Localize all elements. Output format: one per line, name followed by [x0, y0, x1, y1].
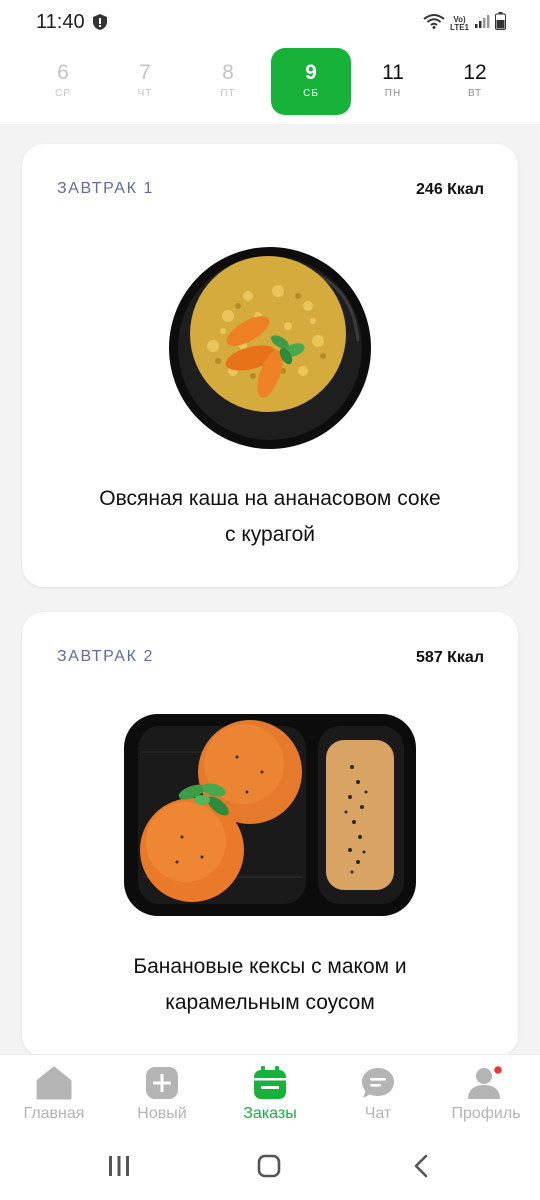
date-strip: 6 СР 7 ЧТ 8 ПТ 9 СБ 11 ПН 12 ВТ: [0, 44, 540, 124]
dish-name: Овсяная каша на ананасовом соке с кураго…: [52, 481, 488, 553]
status-bar: 11:40 Vo) LTE1: [0, 0, 540, 44]
day-item[interactable]: 7 ЧТ: [105, 48, 185, 115]
dish-name-line1: Банановые кексы с маком и: [133, 955, 407, 978]
oatmeal-bowl-image: [168, 246, 372, 450]
calendar-icon: [216, 1065, 324, 1101]
meal-label: ЗАВТРАК 2: [57, 648, 155, 665]
nav-label: Заказы: [243, 1105, 297, 1122]
system-nav-bar: [0, 1138, 540, 1200]
battery-icon: [495, 12, 506, 35]
day-item[interactable]: 11 ПН: [353, 48, 433, 115]
day-weekday: ПН: [384, 88, 402, 99]
nav-item-chat[interactable]: Чат: [324, 1065, 432, 1123]
meal-card[interactable]: ЗАВТРАК 1 246 Ккал Овсяная каша на анана…: [22, 144, 518, 587]
day-weekday: ВТ: [467, 88, 483, 99]
day-weekday: ЧТ: [137, 88, 153, 99]
meal-card[interactable]: ЗАВТРАК 2 587 Ккал Банановые кексы с мак…: [22, 612, 518, 1057]
dish-name: Банановые кексы с маком и карамельным со…: [52, 949, 488, 1021]
back-icon[interactable]: [410, 1154, 434, 1183]
nav-label: Профиль: [451, 1105, 521, 1122]
day-weekday: СР: [55, 88, 71, 99]
nav-item-home[interactable]: Главная: [0, 1065, 108, 1123]
home-icon: [0, 1065, 108, 1101]
day-item[interactable]: 12 ВТ: [435, 48, 515, 115]
profile-icon: [432, 1064, 540, 1101]
dish-name-line2: карамельным соусом: [165, 991, 375, 1014]
status-time: 11:40: [36, 11, 85, 33]
dish-name-line1: Овсяная каша на ананасовом соке: [99, 487, 441, 510]
day-number: 6: [57, 61, 69, 84]
network-type: Vo) LTE1: [450, 15, 469, 32]
banana-muffins-tray-image: [122, 712, 418, 918]
home-button-icon[interactable]: [257, 1154, 281, 1183]
meal-label: ЗАВТРАК 1: [57, 180, 155, 197]
recent-apps-icon[interactable]: [107, 1154, 131, 1183]
shield-icon: [92, 13, 108, 36]
day-weekday: ПТ: [220, 88, 236, 99]
day-number: 7: [139, 61, 151, 84]
day-number: 12: [463, 61, 487, 84]
nav-item-orders[interactable]: Заказы: [216, 1065, 324, 1123]
dish-name-line2: с курагой: [225, 523, 315, 546]
day-number: 11: [382, 61, 404, 84]
chat-icon: [324, 1065, 432, 1101]
day-item[interactable]: 8 ПТ: [188, 48, 268, 115]
wifi-icon: [423, 13, 445, 34]
day-number: 8: [222, 61, 234, 84]
nav-label: Главная: [23, 1105, 85, 1122]
signal-icon: [474, 13, 490, 34]
day-number: 9: [305, 61, 317, 84]
meal-kcal: 587 Ккал: [416, 649, 484, 666]
day-item-selected[interactable]: 9 СБ: [271, 48, 351, 115]
nav-item-profile[interactable]: Профиль: [432, 1064, 540, 1123]
nav-label: Новый: [137, 1105, 187, 1122]
plus-icon: [108, 1065, 216, 1101]
day-item[interactable]: 6 СР: [23, 48, 103, 115]
meal-kcal: 246 Ккал: [416, 181, 484, 198]
nav-item-new[interactable]: Новый: [108, 1065, 216, 1123]
nav-label: Чат: [364, 1105, 392, 1122]
bottom-nav: Главная Новый Заказы Чат Профиль: [0, 1054, 540, 1138]
day-weekday: СБ: [303, 88, 319, 99]
status-icons: Vo) LTE1: [423, 12, 506, 35]
network-label-bottom: LTE1: [450, 22, 469, 32]
